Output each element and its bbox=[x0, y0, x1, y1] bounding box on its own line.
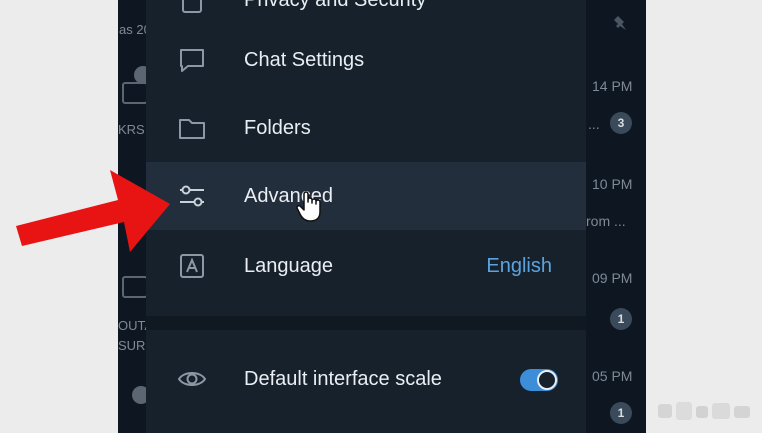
settings-item-label: Chat Settings bbox=[244, 49, 365, 71]
language-icon bbox=[180, 254, 204, 278]
settings-item-chat-settings[interactable]: Chat Settings bbox=[146, 26, 586, 94]
red-arrow-icon bbox=[16, 170, 170, 252]
chat-time: 10 PM bbox=[592, 176, 633, 192]
chat-time: 05 PM bbox=[592, 368, 633, 384]
settings-item-label: Default interface scale bbox=[244, 368, 442, 390]
chat-time: 09 PM bbox=[592, 270, 633, 286]
chat-bubble-icon bbox=[180, 49, 204, 72]
settings-item-interface-scale[interactable]: Default interface scale bbox=[146, 345, 586, 413]
sliders-icon bbox=[180, 185, 204, 207]
telegram-window: as 20 KRS OUTA SURU Privacy and Security… bbox=[118, 0, 646, 433]
lock-icon bbox=[182, 0, 202, 13]
settings-item-language[interactable]: Language English bbox=[146, 232, 586, 300]
section-divider bbox=[146, 316, 586, 330]
settings-item-advanced[interactable]: Advanced bbox=[146, 162, 586, 230]
screenshot-stage: as 20 KRS OUTA SURU Privacy and Security… bbox=[0, 0, 762, 433]
unread-badge: 3 bbox=[610, 112, 632, 134]
chat-ellipsis: ... bbox=[588, 116, 600, 132]
chat-preview: rom ... bbox=[586, 213, 626, 229]
settings-item-label: Folders bbox=[244, 117, 311, 139]
folder-icon[interactable] bbox=[122, 276, 148, 298]
unread-badge: 1 bbox=[610, 308, 632, 330]
settings-item-folders[interactable]: Folders bbox=[146, 94, 586, 162]
toggle-knob bbox=[537, 370, 557, 390]
hand-cursor-icon bbox=[296, 191, 321, 222]
chat-time: 14 PM bbox=[592, 78, 633, 94]
folder-icon bbox=[179, 119, 205, 139]
chat-list-strip: 14 PM ... 3 10 PM rom ... 09 PM 1 05 PM … bbox=[586, 0, 646, 433]
language-value: English bbox=[486, 255, 552, 277]
folder-icon[interactable] bbox=[122, 82, 148, 104]
blurred-watermark bbox=[658, 402, 750, 420]
folder-label-krs[interactable]: KRS bbox=[118, 122, 145, 137]
eye-icon bbox=[177, 372, 207, 386]
unread-badge: 1 bbox=[610, 402, 632, 424]
pin-icon bbox=[614, 16, 626, 30]
settings-panel: Privacy and Security Chat Settings Folde… bbox=[146, 0, 586, 433]
settings-item-label: Language bbox=[244, 255, 333, 277]
interface-scale-toggle[interactable] bbox=[520, 369, 558, 391]
